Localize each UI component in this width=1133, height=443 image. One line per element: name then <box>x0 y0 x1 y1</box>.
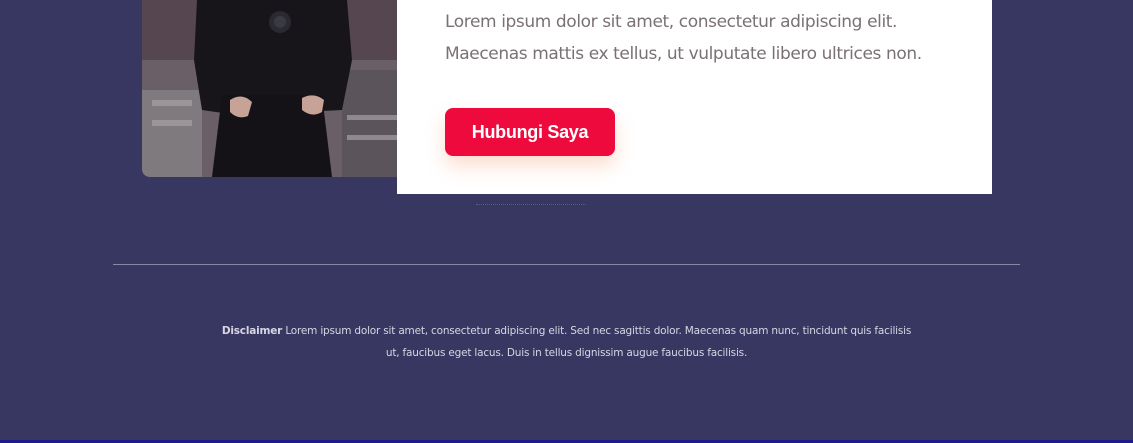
disclaimer-text: Lorem ipsum dolor sit amet, consectetur … <box>285 325 912 359</box>
decorative-dots <box>476 204 586 207</box>
disclaimer-label: Disclaimer <box>221 325 283 337</box>
footer-disclaimer: Disclaimer Lorem ipsum dolor sit amet, c… <box>220 320 913 364</box>
footer-divider <box>113 264 1020 265</box>
about-text: Lorem ipsum dolor sit amet, consectetur … <box>445 6 965 70</box>
about-line-1: Lorem ipsum dolor sit amet, consectetur … <box>445 12 898 32</box>
about-card: Lorem ipsum dolor sit amet, consectetur … <box>397 0 992 194</box>
profile-photo <box>142 0 402 177</box>
contact-button[interactable]: Hubungi Saya <box>445 108 615 156</box>
about-line-2: Maecenas mattis ex tellus, ut vulputate … <box>445 44 922 64</box>
